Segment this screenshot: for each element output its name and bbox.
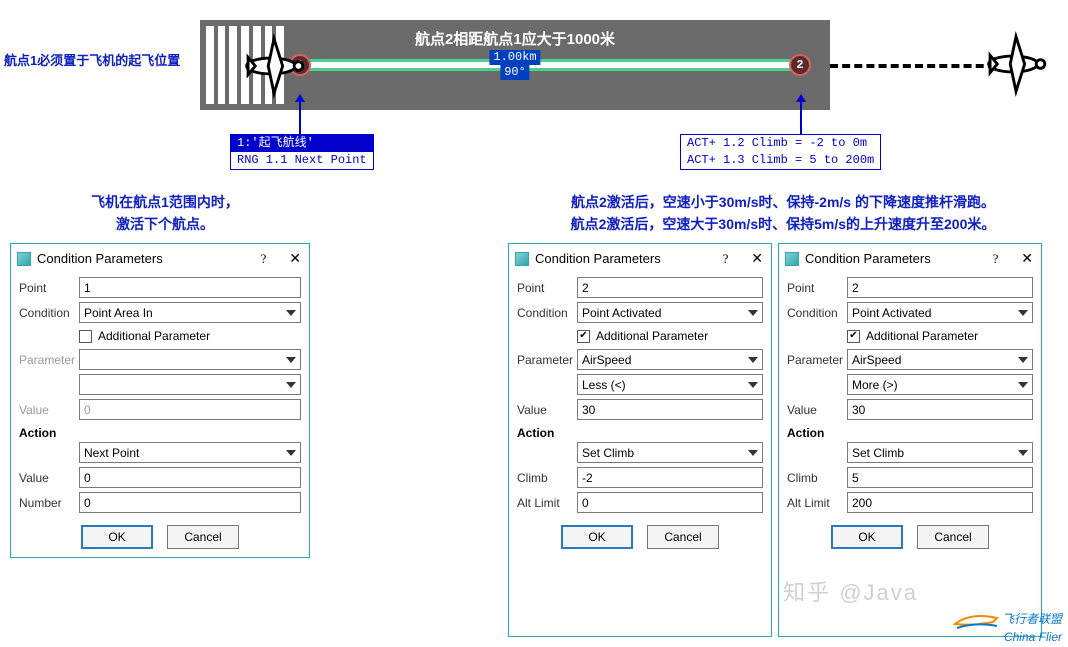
aircraft-start-icon <box>238 30 310 102</box>
param-value-input[interactable]: 0 <box>79 399 301 420</box>
value-label: Value <box>517 403 573 417</box>
parameter-label: Parameter <box>19 353 75 367</box>
cancel-button[interactable]: Cancel <box>167 525 239 549</box>
operator-combo[interactable]: More (>) <box>847 374 1033 395</box>
dialog-title-text: Condition Parameters <box>805 251 931 266</box>
panel-group-right: 航点2激活后，空速小于30m/s时、保持-2m/s 的下降速度推杆滑跑。航点2激… <box>508 185 1058 637</box>
number-label: Number <box>19 496 75 510</box>
param-value-input[interactable]: 30 <box>847 399 1033 420</box>
callout-1-line1: RNG 1.1 Next Point <box>231 152 373 169</box>
climb-input[interactable]: 5 <box>847 467 1033 488</box>
condition-dialog-3: Condition Parameters ? ✕ Point 2 Conditi… <box>778 243 1042 637</box>
climb-input[interactable]: -2 <box>577 467 763 488</box>
distance-label: 1.00km <box>489 50 540 65</box>
altlimit-label: Alt Limit <box>787 496 843 510</box>
parameter-combo[interactable]: AirSpeed <box>847 349 1033 370</box>
action-section-header: Action <box>13 422 307 440</box>
help-button[interactable]: ? <box>261 251 267 267</box>
ok-button[interactable]: OK <box>561 525 633 549</box>
condition-label: Condition <box>517 306 573 320</box>
point-input[interactable]: 1 <box>79 277 301 298</box>
altlimit-label: Alt Limit <box>517 496 573 510</box>
dialog-icon <box>17 252 31 266</box>
action-value-input[interactable]: 0 <box>79 467 301 488</box>
runway-metric: 1.00km 90° <box>489 50 540 80</box>
param-value-input[interactable]: 30 <box>577 399 763 420</box>
callout-arrow-1 <box>299 100 301 135</box>
operator-combo[interactable]: Less (<) <box>577 374 763 395</box>
condition-label: Condition <box>787 306 843 320</box>
dialog-titlebar: Condition Parameters ? ✕ <box>781 246 1039 275</box>
callout-box-2: ACT+ 1.2 Climb = -2 to 0m ACT+ 1.3 Climb… <box>680 134 881 170</box>
close-button[interactable]: ✕ <box>751 250 763 267</box>
additional-param-checkbox[interactable]: ✔ <box>847 330 860 343</box>
action-combo[interactable]: Set Climb <box>577 442 763 463</box>
track-rail <box>290 59 810 71</box>
point-label: Point <box>787 281 843 295</box>
panel-caption-left: 飞机在航点1范围内时，激活下个航点。 <box>10 185 320 243</box>
parameter-label: Parameter <box>787 353 843 367</box>
point-input[interactable]: 2 <box>577 277 763 298</box>
callout-2-line2: ACT+ 1.3 Climb = 5 to 200m <box>681 152 880 169</box>
parameter-combo[interactable]: AirSpeed <box>577 349 763 370</box>
heading-label: 90° <box>500 65 530 80</box>
additional-param-checkbox[interactable] <box>79 330 92 343</box>
parameter-label: Parameter <box>517 353 573 367</box>
altlimit-input[interactable]: 200 <box>847 492 1033 513</box>
action-section-header: Action <box>781 422 1039 440</box>
panel-group-left: 飞机在航点1范围内时，激活下个航点。 Condition Parameters … <box>10 185 320 637</box>
close-button[interactable]: ✕ <box>289 250 301 267</box>
callout-box-1: 1:'起飞航线' RNG 1.1 Next Point <box>230 134 374 170</box>
callout-2-line1: ACT+ 1.2 Climb = -2 to 0m <box>681 135 880 152</box>
callout-arrow-2 <box>800 100 802 135</box>
additional-param-label: Additional Parameter <box>98 329 210 343</box>
ok-button[interactable]: OK <box>831 525 903 549</box>
additional-param-label: Additional Parameter <box>866 329 978 343</box>
ok-button[interactable]: OK <box>81 525 153 549</box>
close-button[interactable]: ✕ <box>1021 250 1033 267</box>
value-label: Value <box>787 403 843 417</box>
point-input[interactable]: 2 <box>847 277 1033 298</box>
operator-combo[interactable] <box>79 374 301 395</box>
additional-param-label: Additional Parameter <box>596 329 708 343</box>
point-label: Point <box>517 281 573 295</box>
condition-dialog-1: Condition Parameters ? ✕ Point 1 Conditi… <box>10 243 310 558</box>
dialog-titlebar: Condition Parameters ? ✕ <box>13 246 307 275</box>
callout-1-header: 1:'起飞航线' <box>231 135 373 152</box>
point-label: Point <box>19 281 75 295</box>
condition-combo[interactable]: Point Activated <box>847 302 1033 323</box>
action-section-header: Action <box>511 422 769 440</box>
climb-label: Climb <box>517 471 573 485</box>
condition-combo[interactable]: Point Area In <box>79 302 301 323</box>
additional-param-checkbox[interactable]: ✔ <box>577 330 590 343</box>
cancel-button[interactable]: Cancel <box>917 525 989 549</box>
dialog-icon <box>785 252 799 266</box>
action-combo[interactable]: Next Point <box>79 442 301 463</box>
number-input[interactable]: 0 <box>79 492 301 513</box>
runway-diagram: 航点1必须置于飞机的起飞位置 航点2相距航点1应大于1000米 1.00km 9… <box>0 0 1068 190</box>
aircraft-end-icon <box>980 28 1052 100</box>
side-annotation: 航点1必须置于飞机的起飞位置 <box>4 50 180 69</box>
condition-dialog-2: Condition Parameters ? ✕ Point 2 Conditi… <box>508 243 772 637</box>
climb-label: Climb <box>787 471 843 485</box>
action-value-label: Value <box>19 471 75 485</box>
action-combo[interactable]: Set Climb <box>847 442 1033 463</box>
panels-row: 飞机在航点1范围内时，激活下个航点。 Condition Parameters … <box>0 185 1068 647</box>
condition-label: Condition <box>19 306 75 320</box>
help-button[interactable]: ? <box>993 251 999 267</box>
waypoint-2-marker[interactable]: 2 <box>789 54 811 76</box>
dialog-titlebar: Condition Parameters ? ✕ <box>511 246 769 275</box>
dialog-title-text: Condition Parameters <box>535 251 661 266</box>
dialog-title-text: Condition Parameters <box>37 251 163 266</box>
help-button[interactable]: ? <box>723 251 729 267</box>
value-label: Value <box>19 403 75 417</box>
panel-caption-right: 航点2激活后，空速小于30m/s时、保持-2m/s 的下降速度推杆滑跑。航点2激… <box>508 185 1058 243</box>
altlimit-input[interactable]: 0 <box>577 492 763 513</box>
dialog-icon <box>515 252 529 266</box>
parameter-combo[interactable] <box>79 349 301 370</box>
cancel-button[interactable]: Cancel <box>647 525 719 549</box>
condition-combo[interactable]: Point Activated <box>577 302 763 323</box>
